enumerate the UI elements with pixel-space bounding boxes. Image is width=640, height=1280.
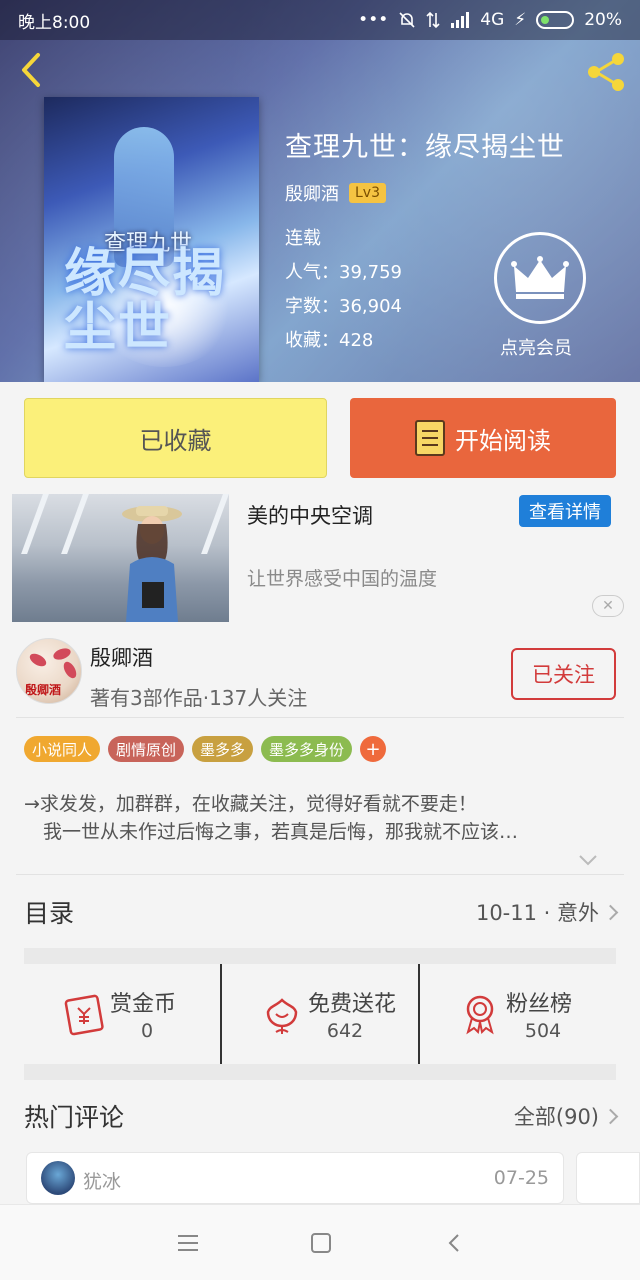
stat-value: 0 xyxy=(140,1020,154,1042)
red-envelope-icon xyxy=(64,994,104,1036)
tag-item[interactable]: 墨多多 xyxy=(192,736,254,762)
vip-button[interactable] xyxy=(494,232,586,324)
expand-chevron-icon[interactable] xyxy=(578,850,598,870)
author-card: 殷卿酒 殷卿酒 著有3部作品·137人关注 已关注 xyxy=(0,630,640,718)
system-nav-bar xyxy=(0,1204,640,1280)
fan-rank-cell[interactable]: 粉丝榜 504 xyxy=(418,964,616,1064)
share-button[interactable] xyxy=(584,50,628,94)
favorited-label: 已收藏 xyxy=(139,426,212,455)
all-comments-link[interactable]: 全部(90) xyxy=(513,1101,619,1131)
stat-label: 赏金币 xyxy=(110,992,177,1017)
cover-title-art: 缘尽揭尘世 xyxy=(64,244,227,358)
followed-button[interactable]: 已关注 xyxy=(511,648,616,700)
divider xyxy=(16,717,624,718)
catalog-row[interactable]: 目录 10-11 · 意外 xyxy=(24,880,619,944)
stat-value: 504 xyxy=(524,1020,562,1042)
menu-icon[interactable] xyxy=(176,1233,200,1253)
favorited-button[interactable]: 已收藏 xyxy=(24,398,327,478)
ad-subtitle: 让世界感受中国的温度 xyxy=(247,568,438,590)
ad-close-button[interactable]: ✕ xyxy=(592,595,624,617)
author-meta: 著有3部作品·137人关注 xyxy=(90,686,308,710)
hot-comments-header: 热门评论 全部(90) xyxy=(24,1088,619,1144)
battery-percent: 20% xyxy=(584,10,622,30)
ad-details-button[interactable]: 查看详情 xyxy=(519,495,611,527)
network-type: 4G xyxy=(480,10,505,30)
vip-label: 点亮会员 xyxy=(500,338,572,359)
status-icons: ••• 4G ⚡ 20% xyxy=(358,10,622,30)
book-author[interactable]: 殷卿酒 xyxy=(285,180,339,206)
author-level-badge: Lv3 xyxy=(349,183,386,203)
comment-card-next[interactable] xyxy=(576,1152,640,1204)
tag-list: 小说同人 剧情原创 墨多多 墨多多身份 + xyxy=(24,736,387,762)
latest-chapter: 10-11 · 意外 xyxy=(475,897,619,927)
book-favorites: 收藏：428 xyxy=(285,330,374,351)
status-bar: 晚上8:00 ••• 4G ⚡ 20% xyxy=(0,0,640,40)
award-ribbon-icon xyxy=(466,995,494,1035)
book-icon xyxy=(415,420,445,456)
crown-icon xyxy=(511,256,569,299)
status-time: 晚上8:00 xyxy=(18,12,91,33)
reward-gold-cell[interactable]: 赏金币 0 xyxy=(24,964,220,1064)
book-title: 查理九世：缘尽揭尘世 xyxy=(285,132,565,163)
commenter-name[interactable]: 犹冰 xyxy=(83,1167,121,1194)
avatar-text: 殷卿酒 xyxy=(25,683,62,697)
free-flower-cell[interactable]: 免费送花 642 xyxy=(220,964,418,1064)
catalog-title: 目录 xyxy=(24,899,75,928)
section-separator xyxy=(24,948,616,964)
book-status: 连载 xyxy=(285,228,321,249)
book-cover[interactable]: 查理九世 缘尽揭尘世 xyxy=(44,97,259,382)
start-reading-button[interactable]: 开始阅读 xyxy=(350,398,616,478)
book-header: 晚上8:00 ••• 4G ⚡ 20% 查理九世 缘尽揭尘世 查理九世：缘尽揭尘… xyxy=(0,0,640,382)
reward-stats: 赏金币 0 免费送花 642 粉丝榜 504 xyxy=(24,964,616,1064)
comment-card[interactable]: 犹冰 07-25 xyxy=(26,1152,564,1204)
all-comments-label: 全部(90) xyxy=(513,1105,599,1129)
latest-chapter-label: 10-11 · 意外 xyxy=(475,901,599,925)
comment-date: 07-25 xyxy=(493,1167,549,1189)
home-icon[interactable] xyxy=(311,1233,331,1253)
divider xyxy=(16,874,624,875)
charging-icon: ⚡ xyxy=(514,10,527,30)
chevron-right-icon xyxy=(602,904,619,920)
commenter-avatar[interactable] xyxy=(41,1161,75,1195)
ad-title: 美的中央空调 xyxy=(247,504,373,528)
ad-banner[interactable]: 美的中央空调 查看详情 让世界感受中国的温度 ✕ xyxy=(0,492,640,626)
ad-person-figure xyxy=(122,506,182,622)
book-description[interactable]: →求发发，加群群，在收藏关注，觉得好看就不要走！ 我一世从未作过后悔之事，若真是… xyxy=(24,790,614,846)
tag-item[interactable]: 墨多多身份 xyxy=(261,736,353,762)
hot-comments-title: 热门评论 xyxy=(24,1103,125,1132)
start-reading-label: 开始阅读 xyxy=(455,426,551,455)
chevron-right-icon xyxy=(602,1108,619,1124)
flower-icon xyxy=(266,998,298,1034)
signal-icon xyxy=(451,12,470,28)
description-line: 我一世从未作过后悔之事，若真是后悔，那我就不应该… xyxy=(24,821,519,843)
mute-bell-icon xyxy=(399,12,415,28)
description-line: →求发发，加群群，在收藏关注，觉得好看就不要走！ xyxy=(24,793,477,815)
author-line: 殷卿酒 Lv3 xyxy=(285,180,386,206)
stat-value: 642 xyxy=(326,1020,364,1042)
author-avatar[interactable]: 殷卿酒 xyxy=(16,638,82,704)
book-popularity: 人气：39,759 xyxy=(285,262,402,283)
battery-icon xyxy=(536,11,575,29)
book-word-count: 字数：36,904 xyxy=(285,296,402,317)
tag-item[interactable]: 剧情原创 xyxy=(108,736,185,762)
data-arrows-icon xyxy=(426,11,440,29)
tag-item[interactable]: 小说同人 xyxy=(24,736,101,762)
add-tag-button[interactable]: + xyxy=(360,736,387,762)
more-dots-icon: ••• xyxy=(358,10,389,30)
section-separator xyxy=(24,1064,616,1080)
stat-label: 免费送花 xyxy=(308,992,397,1017)
stat-label: 粉丝榜 xyxy=(506,992,573,1017)
back-arrow-icon[interactable] xyxy=(446,1233,462,1253)
back-button[interactable] xyxy=(16,52,46,88)
author-name[interactable]: 殷卿酒 xyxy=(90,642,153,672)
ad-image[interactable] xyxy=(12,494,229,622)
